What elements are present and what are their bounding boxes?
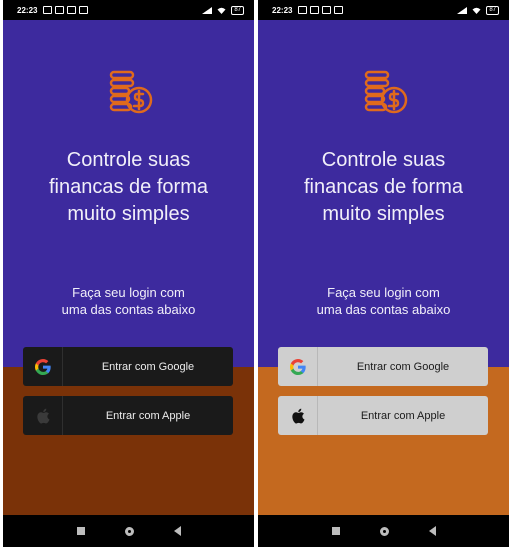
battery-icon: 87 bbox=[486, 5, 499, 15]
recent-apps-square-icon[interactable] bbox=[331, 527, 340, 535]
notification-icons bbox=[43, 6, 89, 14]
headline-line: muito simples bbox=[67, 203, 190, 225]
wifi-icon bbox=[217, 7, 226, 14]
headline: Controle suas financas de forma muito si… bbox=[3, 147, 254, 228]
subtext-line: Faça seu login com bbox=[72, 285, 185, 300]
google-button-label: Entrar com Google bbox=[356, 360, 450, 373]
notification-icon bbox=[55, 6, 65, 14]
google-signin-button[interactable]: Entrar com Google bbox=[278, 347, 488, 386]
headline-line: muito simples bbox=[322, 203, 445, 225]
headline-line: financas de forma bbox=[304, 176, 463, 198]
wifi-icon bbox=[472, 7, 481, 14]
apple-button-label: Entrar com Apple bbox=[360, 409, 446, 422]
apple-icon-cell bbox=[23, 396, 63, 435]
notification-icon bbox=[298, 6, 308, 14]
notification-icon bbox=[310, 6, 320, 14]
google-icon bbox=[34, 358, 51, 375]
apple-icon-cell bbox=[278, 396, 318, 435]
back-triangle-icon[interactable] bbox=[173, 526, 181, 536]
footer-background bbox=[3, 367, 254, 515]
headline-line: financas de forma bbox=[49, 176, 208, 198]
login-instructions: Faça seu login com uma das contas abaixo bbox=[258, 284, 509, 318]
status-time: 22:23 bbox=[17, 5, 38, 15]
home-circle-icon[interactable] bbox=[124, 526, 134, 536]
apple-signin-button[interactable]: Entrar com Apple bbox=[23, 396, 233, 435]
notification-icon bbox=[67, 6, 77, 14]
recent-apps-square-icon[interactable] bbox=[76, 527, 85, 535]
notification-icon bbox=[43, 6, 53, 14]
home-circle-icon[interactable] bbox=[379, 526, 389, 536]
phone-screen-dark: 22:23 87 Controle suas financas de forma bbox=[3, 0, 254, 547]
google-icon bbox=[289, 358, 306, 375]
back-triangle-icon[interactable] bbox=[428, 526, 436, 536]
status-right: 87 bbox=[457, 5, 499, 15]
headline-line: Controle suas bbox=[321, 149, 446, 171]
apple-signin-button[interactable]: Entrar com Apple bbox=[278, 396, 488, 435]
phone-screen-light: 22:23 87 Controle suas financas de forma bbox=[258, 0, 509, 547]
apple-icon bbox=[36, 408, 49, 423]
subtext-line: uma das contas abaixo bbox=[61, 302, 196, 317]
headline-line: Controle suas bbox=[66, 149, 191, 171]
notification-icon bbox=[334, 6, 344, 14]
notification-icons bbox=[298, 6, 344, 14]
notification-icon bbox=[79, 6, 89, 14]
google-icon-cell bbox=[278, 347, 318, 386]
google-button-label: Entrar com Google bbox=[101, 360, 195, 373]
status-bar: 22:23 87 bbox=[258, 0, 509, 20]
notification-icon bbox=[322, 6, 332, 14]
subtext-line: uma das contas abaixo bbox=[316, 302, 451, 317]
status-right: 87 bbox=[202, 5, 244, 15]
google-icon-cell bbox=[23, 347, 63, 386]
navigation-bar bbox=[258, 515, 509, 547]
subtext-line: Faça seu login com bbox=[327, 285, 440, 300]
google-signin-button[interactable]: Entrar com Google bbox=[23, 347, 233, 386]
navigation-bar bbox=[3, 515, 254, 547]
headline: Controle suas financas de forma muito si… bbox=[258, 147, 509, 228]
signal-icon bbox=[457, 6, 468, 14]
login-instructions: Faça seu login com uma das contas abaixo bbox=[3, 284, 254, 318]
status-bar: 22:23 87 bbox=[3, 0, 254, 20]
footer-background bbox=[258, 367, 509, 515]
apple-icon bbox=[291, 408, 304, 423]
status-time: 22:23 bbox=[272, 5, 293, 15]
coins-dollar-icon bbox=[109, 70, 153, 114]
coins-dollar-icon bbox=[364, 70, 408, 114]
apple-button-label: Entrar com Apple bbox=[105, 409, 191, 422]
signal-icon bbox=[202, 6, 213, 14]
battery-icon: 87 bbox=[231, 5, 244, 15]
